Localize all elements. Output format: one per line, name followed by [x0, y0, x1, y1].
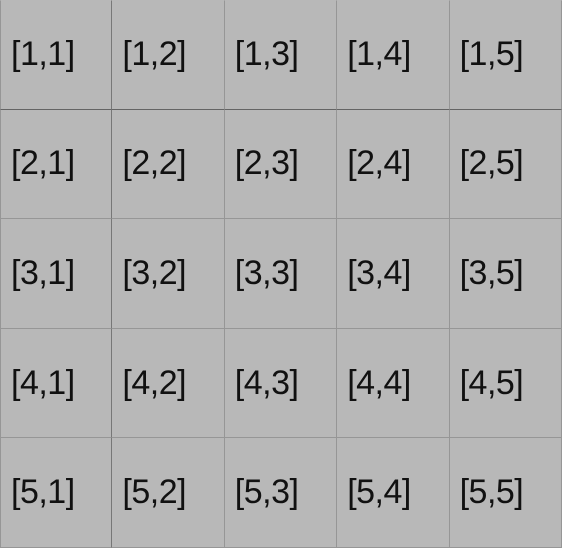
cell-1-1: [1,1]: [0, 0, 112, 110]
cell-4-4: [4,4]: [337, 329, 449, 439]
cell-4-3: [4,3]: [225, 329, 337, 439]
cell-3-1: [3,1]: [0, 219, 112, 329]
cell-1-2: [1,2]: [112, 0, 224, 110]
cell-3-3: [3,3]: [225, 219, 337, 329]
cell-2-2: [2,2]: [112, 110, 224, 220]
cell-5-2: [5,2]: [112, 438, 224, 548]
cell-1-4: [1,4]: [337, 0, 449, 110]
cell-2-5: [2,5]: [450, 110, 562, 220]
cell-2-4: [2,4]: [337, 110, 449, 220]
cell-1-5: [1,5]: [450, 0, 562, 110]
cell-2-3: [2,3]: [225, 110, 337, 220]
cell-5-3: [5,3]: [225, 438, 337, 548]
cell-4-5: [4,5]: [450, 329, 562, 439]
cell-3-2: [3,2]: [112, 219, 224, 329]
cell-1-3: [1,3]: [225, 0, 337, 110]
coordinate-grid: [1,1] [1,2] [1,3] [1,4] [1,5] [2,1] [2,2…: [0, 0, 562, 548]
cell-5-4: [5,4]: [337, 438, 449, 548]
cell-3-4: [3,4]: [337, 219, 449, 329]
cell-4-1: [4,1]: [0, 329, 112, 439]
cell-3-5: [3,5]: [450, 219, 562, 329]
cell-5-5: [5,5]: [450, 438, 562, 548]
cell-5-1: [5,1]: [0, 438, 112, 548]
cell-2-1: [2,1]: [0, 110, 112, 220]
cell-4-2: [4,2]: [112, 329, 224, 439]
